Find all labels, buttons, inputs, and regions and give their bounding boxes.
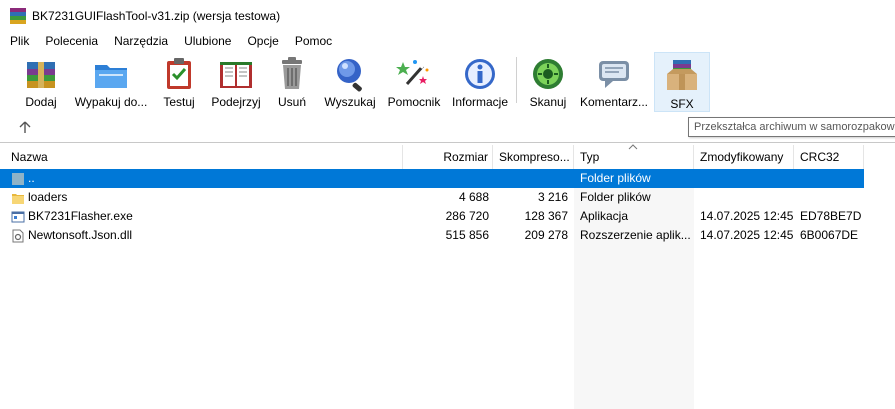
delete-label: Usuń xyxy=(277,95,306,109)
row-name: Newtonsoft.Json.dll xyxy=(11,226,391,245)
row-modified: 14.07.2025 12:45 xyxy=(700,228,794,242)
column-name[interactable]: Nazwa xyxy=(5,145,403,169)
magnifier-icon xyxy=(331,55,369,92)
winrar-app-icon[interactable] xyxy=(10,8,26,24)
view-button[interactable]: Podejrzyj xyxy=(208,51,264,109)
sfx-box-icon xyxy=(663,57,701,94)
menu-bar: Plik Polecenia Narzędzia Ulubione Opcje … xyxy=(0,32,895,50)
column-crc[interactable]: CRC32 xyxy=(794,145,864,169)
divider xyxy=(0,142,895,143)
menu-commands[interactable]: Polecenia xyxy=(41,34,104,48)
toolbar: Dodaj Wypakuj do... Testuj Podejrzyj Usu… xyxy=(0,51,895,112)
menu-file[interactable]: Plik xyxy=(6,34,35,48)
row-modified: 14.07.2025 12:45 xyxy=(700,209,794,223)
window-title: BK7231GUIFlashTool-v31.zip (wersja testo… xyxy=(32,9,281,23)
title-bar: BK7231GUIFlashTool-v31.zip (wersja testo… xyxy=(0,0,895,32)
delete-button[interactable]: Usuń xyxy=(274,51,310,109)
row-name: BK7231Flasher.exe xyxy=(11,207,391,226)
scan-label: Skanuj xyxy=(529,95,567,109)
test-button[interactable]: Testuj xyxy=(160,51,198,109)
menu-tools[interactable]: Narzędzia xyxy=(110,34,174,48)
extract-folder-icon xyxy=(92,55,130,92)
row-size: 286 720 xyxy=(445,209,489,223)
row-name: .. xyxy=(11,169,391,188)
add-label: Dodaj xyxy=(25,95,57,109)
info-button[interactable]: Informacje xyxy=(448,51,512,109)
wizard-label: Pomocnik xyxy=(387,95,441,109)
find-label: Wyszukaj xyxy=(324,95,376,109)
row-type: Aplikacja xyxy=(580,209,629,223)
table-row[interactable]: .. Folder plików xyxy=(0,169,864,188)
sort-caret-icon xyxy=(628,142,638,152)
row-crc: 6B0067DE xyxy=(800,228,859,242)
row-size: 515 856 xyxy=(445,228,489,242)
info-label: Informacje xyxy=(451,95,509,109)
sfx-button[interactable]: SFX xyxy=(654,52,710,112)
column-size[interactable]: Rozmiar xyxy=(403,145,493,169)
row-type: Folder plików xyxy=(580,190,651,204)
menu-options[interactable]: Opcje xyxy=(243,34,284,48)
extract-label: Wypakuj do... xyxy=(74,95,148,109)
comment-bubble-icon xyxy=(595,55,633,92)
folder-up-icon xyxy=(11,172,25,186)
row-name: loaders xyxy=(11,188,391,207)
menu-help[interactable]: Pomoc xyxy=(291,34,338,48)
find-button[interactable]: Wyszukaj xyxy=(322,51,378,109)
row-type: Folder plików xyxy=(580,171,651,185)
menu-favorites[interactable]: Ulubione xyxy=(180,34,237,48)
row-size: 4 688 xyxy=(458,190,489,204)
sfx-tooltip: Przekształca archiwum w samorozpakowując… xyxy=(688,117,895,137)
sfx-label: SFX xyxy=(670,97,694,111)
table-row[interactable]: loaders 4 688 3 216 Folder plików xyxy=(0,188,864,207)
magic-wand-icon xyxy=(395,55,433,92)
folder-icon xyxy=(11,191,25,205)
up-arrow-icon[interactable] xyxy=(18,120,32,134)
row-packed: 128 367 xyxy=(524,209,568,223)
comment-label: Komentarz... xyxy=(579,95,649,109)
dll-icon xyxy=(11,229,25,243)
trash-icon xyxy=(273,55,311,92)
row-crc: ED78BE7D xyxy=(800,209,862,223)
wizard-button[interactable]: Pomocnik xyxy=(384,51,444,109)
row-packed: 3 216 xyxy=(537,190,568,204)
column-modified[interactable]: Zmodyfikowany xyxy=(694,145,794,169)
view-book-icon xyxy=(217,55,255,92)
table-row[interactable]: BK7231Flasher.exe 286 720 128 367 Aplika… xyxy=(0,207,864,226)
toolbar-separator xyxy=(516,57,517,103)
add-archive-icon xyxy=(22,55,60,92)
row-packed: 209 278 xyxy=(524,228,568,242)
column-header: Nazwa Rozmiar Skompreso... Typ Zmodyfiko… xyxy=(0,145,895,169)
extract-button[interactable]: Wypakuj do... xyxy=(72,51,150,109)
virus-scan-icon xyxy=(529,55,567,92)
info-icon xyxy=(461,55,499,92)
exe-icon xyxy=(11,210,25,224)
test-clipboard-icon xyxy=(160,55,198,92)
table-row[interactable]: Newtonsoft.Json.dll 515 856 209 278 Rozs… xyxy=(0,226,864,245)
scan-button[interactable]: Skanuj xyxy=(526,51,570,109)
test-label: Testuj xyxy=(163,95,195,109)
view-label: Podejrzyj xyxy=(211,95,261,109)
comment-button[interactable]: Komentarz... xyxy=(580,51,648,109)
column-packed[interactable]: Skompreso... xyxy=(493,145,574,169)
row-type: Rozszerzenie aplik... xyxy=(580,228,690,242)
add-button[interactable]: Dodaj xyxy=(20,51,62,109)
